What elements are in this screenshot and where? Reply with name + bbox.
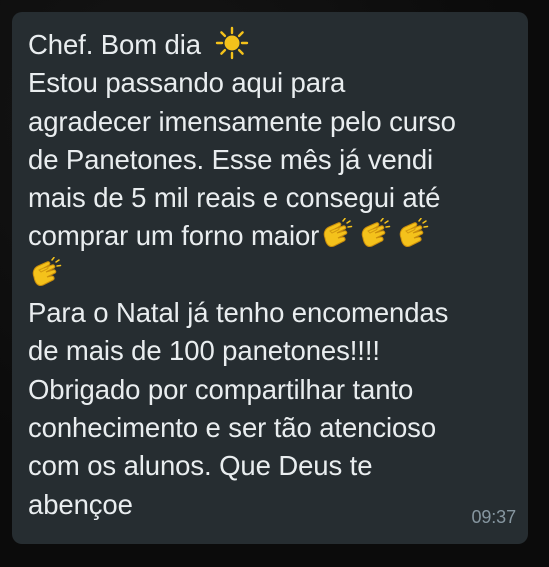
- message-timestamp: 09:37: [471, 506, 516, 527]
- message-text: comprar um forno maior: [28, 220, 320, 252]
- message-line: de Panetones. Esse mês já vendi: [28, 143, 434, 175]
- message-bubble[interactable]: Chef. Bom dia Estou passando aqui para a…: [12, 12, 528, 544]
- message-line: comprar um forno maior: [28, 217, 518, 255]
- message-line: Chef. Bom dia: [28, 26, 518, 64]
- message-line: agradecer imensamente pelo curso: [28, 105, 456, 137]
- chat-background: Chef. Bom dia Estou passando aqui para a…: [0, 0, 549, 567]
- message-line: conhecimento e ser tão atencioso: [28, 411, 437, 443]
- sun-icon: [215, 26, 248, 60]
- message-line: de mais de 100 panetones!!!!: [28, 335, 380, 367]
- clapping-hands-icon: [361, 218, 391, 248]
- message-line: abençoe: [28, 488, 133, 520]
- clapping-hands-icon: [399, 218, 429, 248]
- message-line: mais de 5 mil reais e consegui até: [28, 182, 441, 214]
- message-text: Chef. Bom dia: [28, 29, 201, 60]
- clapping-hands-icon: [323, 218, 353, 248]
- message-line: Obrigado por compartilhar tanto: [28, 373, 414, 405]
- message-line: com os alunos. Que Deus te: [28, 450, 373, 482]
- clapping-hands-icon: [32, 256, 62, 286]
- message-line: Estou passando aqui para: [28, 67, 346, 99]
- message-line: [28, 256, 518, 294]
- message-line: Para o Natal já tenho encomendas: [28, 297, 449, 329]
